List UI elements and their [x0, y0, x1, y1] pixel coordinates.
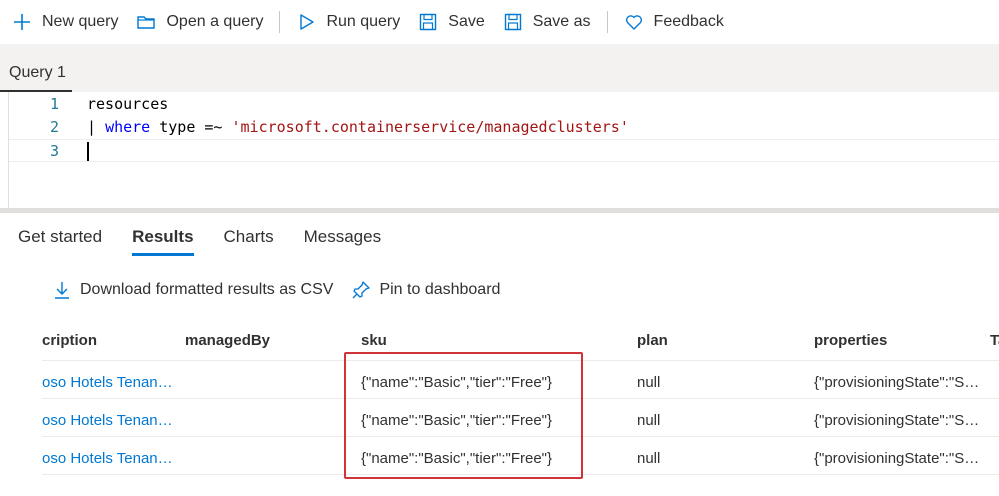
row-divider	[42, 360, 999, 361]
cell-plan: null	[637, 374, 661, 391]
folder-icon	[137, 16, 156, 29]
column-header-managedby[interactable]: managedBy	[185, 332, 335, 349]
run-query-button[interactable]: Run query	[296, 6, 400, 38]
row-divider	[42, 436, 999, 437]
code-text: resources	[87, 95, 169, 113]
tab-query-1[interactable]: Query 1	[0, 56, 72, 92]
column-header-tags[interactable]: Ta	[990, 332, 999, 349]
new-query-button[interactable]: New query	[12, 6, 118, 38]
cell-plan: null	[637, 450, 661, 467]
column-header-plan[interactable]: plan	[637, 332, 787, 349]
toolbar-divider	[279, 11, 281, 33]
results-actions: Download formatted results as CSV Pin to…	[52, 280, 518, 300]
tab-results[interactable]: Results	[132, 222, 194, 258]
line-number: 2	[49, 118, 59, 136]
cell-description[interactable]: oso Hotels Tenan…	[42, 412, 174, 429]
line-number: 3	[49, 142, 59, 160]
text-caret	[87, 142, 89, 161]
query-editor[interactable]: 1 resources 2 | where type =~ 'microsoft…	[8, 92, 999, 210]
heart-icon	[625, 15, 642, 30]
plus-icon	[14, 14, 30, 30]
open-query-button[interactable]: Open a query	[136, 6, 263, 38]
pin-icon	[352, 281, 371, 299]
save-as-icon	[504, 13, 521, 31]
new-query-label: New query	[42, 13, 119, 30]
feedback-button[interactable]: Feedback	[624, 6, 724, 38]
string-literal: 'microsoft.containerservice/managedclust…	[231, 118, 629, 136]
open-query-label: Open a query	[166, 13, 264, 30]
cell-sku: {"name":"Basic","tier":"Free"}	[361, 412, 553, 429]
editor-splitter[interactable]	[0, 208, 999, 213]
cell-sku: {"name":"Basic","tier":"Free"}	[361, 374, 553, 391]
row-divider	[42, 474, 999, 475]
editor-line: 1 resources	[9, 93, 999, 116]
toolbar: New query Open a query Run query Save Sa…	[0, 0, 999, 44]
save-button[interactable]: Save	[418, 6, 485, 38]
download-label: Download formatted results as CSV	[80, 281, 334, 298]
line-number: 1	[49, 95, 59, 113]
cell-properties: {"provisioningState":"S…	[814, 374, 980, 391]
pipe-operator: |	[87, 118, 106, 136]
save-as-button[interactable]: Save as	[503, 6, 591, 38]
result-tabs: Get started Results Charts Messages	[18, 222, 411, 258]
save-icon	[420, 13, 437, 31]
feedback-label: Feedback	[653, 13, 724, 30]
code-text: | where type =~ 'microsoft.containerserv…	[87, 116, 629, 139]
editor-line-current: 3	[9, 139, 999, 162]
run-query-label: Run query	[326, 13, 401, 30]
row-divider	[42, 398, 999, 399]
play-icon	[300, 14, 315, 30]
cell-properties: {"provisioningState":"S…	[814, 450, 980, 467]
cell-plan: null	[637, 412, 661, 429]
column-header-description[interactable]: cription	[42, 332, 172, 349]
cell-properties: {"provisioningState":"S…	[814, 412, 980, 429]
cell-description[interactable]: oso Hotels Tenan…	[42, 374, 174, 391]
cell-description[interactable]: oso Hotels Tenan…	[42, 450, 174, 467]
pin-label: Pin to dashboard	[379, 281, 501, 298]
code-middle: type =~	[150, 118, 232, 136]
cell-sku: {"name":"Basic","tier":"Free"}	[361, 450, 553, 467]
toolbar-divider	[606, 11, 608, 33]
pin-dashboard-button[interactable]: Pin to dashboard	[351, 280, 500, 300]
tab-get-started[interactable]: Get started	[18, 222, 102, 258]
tab-messages[interactable]: Messages	[304, 222, 381, 258]
editor-line: 2 | where type =~ 'microsoft.containerse…	[9, 116, 999, 139]
query-tab-strip: Query 1	[0, 44, 999, 92]
keyword-where: where	[105, 118, 151, 136]
column-header-sku[interactable]: sku	[361, 332, 511, 349]
download-icon	[55, 282, 69, 299]
save-label: Save	[448, 13, 485, 30]
tab-charts[interactable]: Charts	[224, 222, 274, 258]
column-header-properties[interactable]: properties	[814, 332, 964, 349]
download-csv-button[interactable]: Download formatted results as CSV	[52, 280, 333, 300]
save-as-label: Save as	[532, 13, 591, 30]
